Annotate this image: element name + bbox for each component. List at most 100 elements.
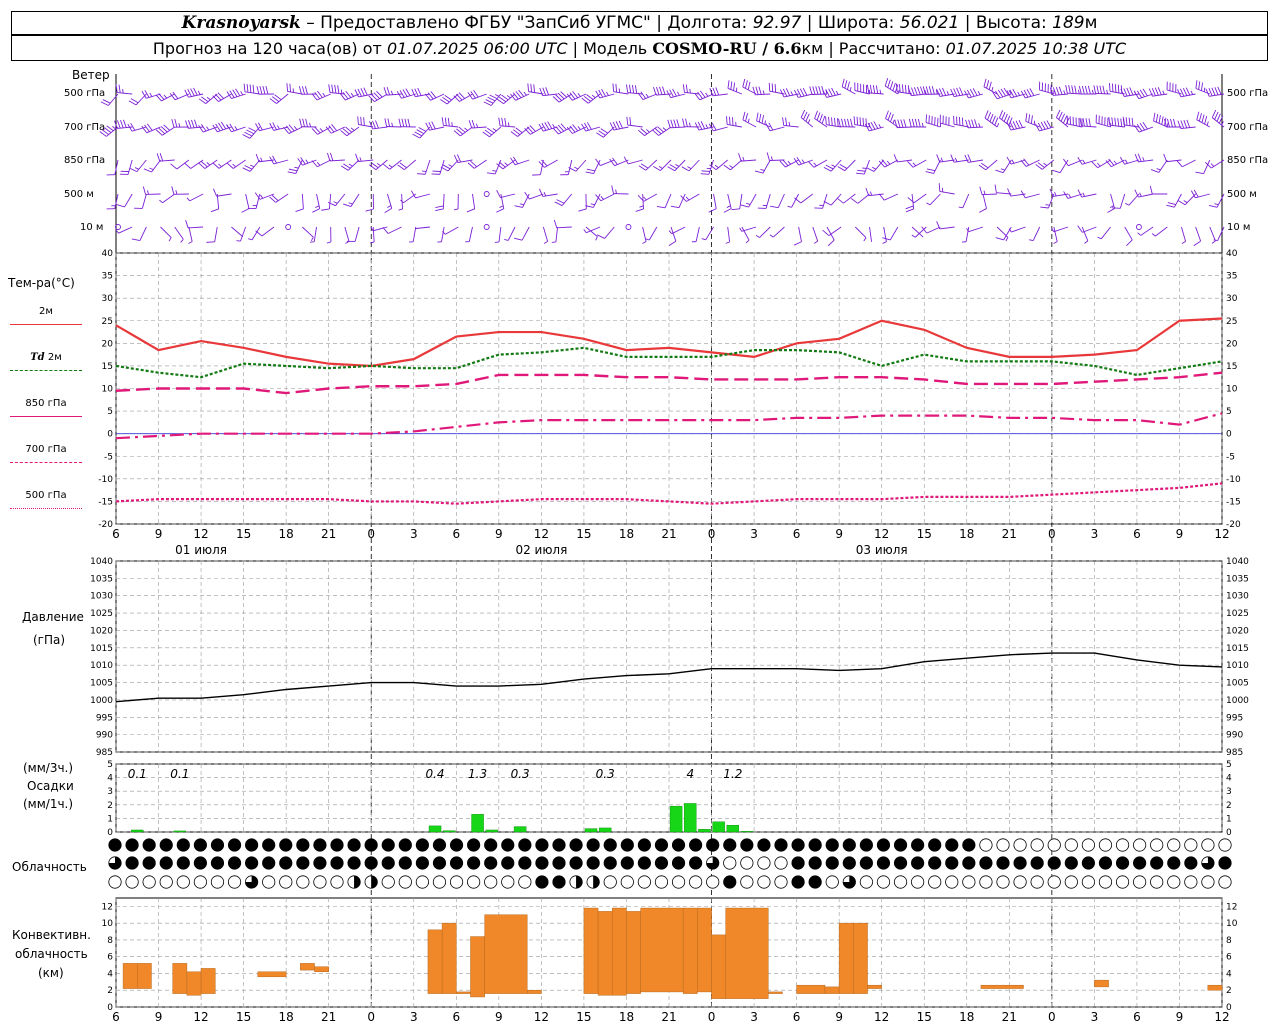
conv-xtick-label: 0: [1048, 1010, 1056, 1024]
wind-barb-feather: [334, 84, 337, 94]
pressure-ytick-right: 1040: [1226, 557, 1249, 567]
cloud-glyph: [928, 838, 942, 852]
wind-barb-feather: [498, 117, 501, 126]
wind-barb: [765, 122, 785, 132]
cloud-glyph: [484, 875, 498, 889]
wind-barb-half-feather: [739, 227, 743, 232]
precip-ytick-right: 2: [1226, 801, 1232, 811]
wind-barb-feather: [1196, 111, 1200, 120]
cloud-glyph: [245, 856, 259, 870]
wind-barb-staff: [1067, 92, 1083, 95]
wind-barb-feather: [1071, 85, 1074, 94]
wind-barb-feather: [838, 118, 841, 127]
cloud-glyph: [364, 838, 378, 852]
wind-barb-feather: [383, 87, 388, 96]
wind-barb-feather: [1216, 113, 1221, 122]
cloud-overcast-mark: [1150, 856, 1164, 870]
cloud-circle-mark: [637, 875, 651, 889]
temp-xtick-label: 9: [495, 527, 503, 541]
cloud-glyph: [1201, 875, 1215, 889]
wind-barb: [185, 219, 204, 229]
cloud-overcast-mark: [279, 856, 293, 870]
wind-barb: [998, 110, 1013, 128]
wind-barb: [755, 226, 771, 238]
cloud-glyph: [296, 838, 310, 852]
wind-barb: [412, 126, 431, 139]
wind-barb-feather: [1007, 188, 1012, 197]
wind-barb: [694, 90, 714, 101]
cloud-glyph: [1030, 856, 1044, 870]
cloud-circle-mark: [1030, 838, 1044, 852]
cloud-glyph: [1150, 838, 1164, 852]
wind-barb: [668, 226, 677, 247]
conv-bar: [427, 929, 443, 994]
cloud-glyph: [603, 856, 617, 870]
wind-barb-feather: [468, 120, 473, 129]
wind-barb-feather: [900, 119, 904, 128]
conv-bar: [526, 989, 542, 994]
wind-barb-staff: [968, 226, 984, 233]
wind-barb-staff: [670, 126, 686, 129]
cloud-overcast-mark: [142, 856, 156, 870]
precip-ytick-right: 5: [1226, 760, 1232, 770]
conv-xtick-label: 15: [236, 1010, 251, 1024]
pressure-ytick-right: 1010: [1226, 661, 1249, 671]
wind-barb: [756, 112, 771, 128]
wind-barb-feather: [756, 112, 759, 121]
cloud-overcast-mark: [467, 838, 481, 852]
cloud-overcast-mark: [1064, 856, 1078, 870]
wind-barb-feather: [785, 88, 791, 96]
precip-ytick-left: 2: [107, 801, 113, 811]
cloud-glyph: [535, 856, 549, 870]
conv-bar: [838, 922, 854, 994]
wind-barb-feather: [856, 172, 865, 175]
cloud-glyph: [1064, 875, 1078, 889]
wind-barb-feather: [950, 88, 955, 97]
wind-barb-half-feather: [1097, 236, 1102, 240]
wind-barb-feather: [530, 83, 532, 93]
wind-barb-feather: [321, 208, 330, 211]
cloud-overcast-mark: [262, 856, 276, 870]
conv-bar: [640, 907, 684, 993]
wind-barb-feather: [831, 117, 833, 126]
wind-barb-staff: [783, 124, 799, 128]
wind-barb-staff: [344, 226, 350, 242]
cloud-glyph: [757, 838, 771, 852]
cloud-glyph: [449, 856, 464, 870]
cloud-glyph: [159, 838, 173, 852]
wind-barb-feather: [414, 131, 423, 137]
wind-barb-half-feather: [1211, 240, 1216, 244]
wind-barb-half-feather: [376, 162, 381, 167]
wind-barb-half-feather: [175, 190, 178, 195]
cloud-overcast-mark: [245, 856, 259, 870]
wind-barb: [312, 193, 321, 213]
wind-barb-feather: [865, 187, 870, 196]
cloud-glyph: [996, 875, 1010, 889]
wind-barb-staff: [855, 226, 867, 238]
conv-bar: [456, 991, 471, 994]
conv-ytick-right: 4: [1226, 969, 1232, 979]
wind-barb-feather: [766, 152, 770, 161]
pressure-ytick-right: 1025: [1226, 609, 1249, 619]
wind-barb-half-feather: [543, 192, 547, 197]
wind-barb-feather: [398, 118, 402, 127]
wind-barb: [1150, 159, 1168, 173]
wind-barb-feather: [853, 116, 856, 125]
temp-ytick-left: 10: [102, 385, 114, 395]
wind-barb-feather: [1006, 115, 1011, 124]
wind-barb-staff: [1181, 226, 1186, 242]
wind-barb-staff: [313, 226, 317, 242]
wind-barb-staff: [151, 159, 161, 173]
cloud-glyph: [142, 856, 156, 870]
wind-barb: [754, 159, 771, 174]
cloud-overcast-mark: [603, 856, 617, 870]
wind-barb-half-feather: [294, 166, 299, 169]
wind-barb-half-feather: [260, 157, 263, 162]
wind-barb-staff: [204, 159, 218, 169]
wind-barb-feather: [611, 185, 614, 194]
wind-barb-half-feather: [122, 89, 124, 94]
wind-barb-staff: [136, 159, 147, 172]
wind-barb: [435, 193, 445, 211]
wind-barb-feather: [248, 127, 257, 132]
cloud-circle-mark: [911, 875, 925, 889]
